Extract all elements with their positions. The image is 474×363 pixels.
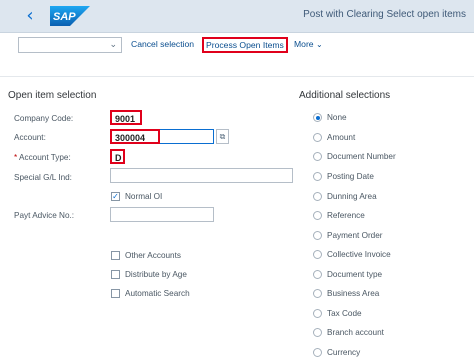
- additional-selections-heading: Additional selections: [299, 90, 391, 101]
- page-title: Post with Clearing Select open items: [303, 9, 466, 20]
- account-type-label-text: Account Type:: [19, 153, 71, 162]
- distribute-by-age-label: Distribute by Age: [125, 270, 187, 279]
- company-code-field[interactable]: 9001: [110, 110, 142, 125]
- special-gl-label: Special G/L Ind:: [14, 173, 72, 182]
- open-item-selection-heading: Open item selection: [8, 90, 97, 101]
- radio-label: Business Area: [327, 289, 380, 298]
- radio-label: None: [327, 113, 347, 122]
- radio-currency[interactable]: [313, 348, 322, 357]
- radio-payment-order[interactable]: [313, 231, 322, 240]
- required-marker: *: [14, 153, 18, 162]
- radio-label: Posting Date: [327, 172, 374, 181]
- payt-advice-label: Payt Advice No.:: [14, 211, 75, 220]
- payt-advice-field[interactable]: [110, 207, 214, 222]
- toolbar: ⌄ Cancel selection Process Open Items Mo…: [0, 33, 474, 59]
- chevron-down-icon: ⌄: [315, 40, 323, 49]
- process-open-items-button[interactable]: Process Open Items: [202, 37, 288, 53]
- company-code-label: Company Code:: [14, 114, 74, 123]
- value-help-button[interactable]: ⧉: [216, 129, 229, 144]
- chevron-left-icon: ‹: [26, 5, 34, 26]
- chevron-down-icon: ⌄: [109, 40, 117, 50]
- radio-label: Currency: [327, 348, 361, 357]
- other-accounts-label: Other Accounts: [125, 251, 181, 260]
- radio-label: Collective Invoice: [327, 250, 391, 259]
- other-accounts-checkbox[interactable]: [111, 251, 120, 260]
- radio-label: Branch account: [327, 328, 384, 337]
- svg-text:SAP: SAP: [53, 11, 76, 23]
- shell-bar: ‹ SAP Post with Clearing Select open ite…: [0, 0, 474, 33]
- radio-label: Reference: [327, 211, 365, 220]
- radio-dunning-area[interactable]: [313, 192, 322, 201]
- distribute-by-age-checkbox[interactable]: [111, 270, 120, 279]
- radio-label: Document type: [327, 270, 383, 279]
- normal-oi-label: Normal OI: [125, 192, 163, 201]
- radio-label: Dunning Area: [327, 192, 377, 201]
- radio-tax-code[interactable]: [313, 309, 322, 318]
- account-label: Account:: [14, 133, 46, 142]
- radio-document-type[interactable]: [313, 270, 322, 279]
- radio-business-area[interactable]: [313, 289, 322, 298]
- back-button[interactable]: ‹: [20, 6, 40, 26]
- radio-branch-account[interactable]: [313, 328, 322, 337]
- radio-label: Payment Order: [327, 231, 383, 240]
- radio-label: Amount: [327, 133, 356, 142]
- radio-none[interactable]: [313, 113, 322, 122]
- radio-reference[interactable]: [313, 211, 322, 220]
- more-label: More: [294, 39, 314, 49]
- account-field[interactable]: 300004: [110, 129, 160, 144]
- account-type-field[interactable]: D: [110, 149, 125, 164]
- automatic-search-checkbox[interactable]: [111, 289, 120, 298]
- radio-collective-invoice[interactable]: [313, 250, 322, 259]
- cancel-selection-button[interactable]: Cancel selection: [131, 39, 194, 49]
- sap-logo-icon: SAP: [50, 6, 90, 26]
- automatic-search-label: Automatic Search: [125, 289, 190, 298]
- more-menu-button[interactable]: More ⌄: [294, 39, 323, 49]
- sap-logo[interactable]: SAP: [50, 6, 90, 26]
- radio-label: Document Number: [327, 152, 396, 161]
- normal-oi-checkbox[interactable]: ✓: [111, 192, 120, 201]
- special-gl-field[interactable]: [110, 168, 293, 183]
- account-type-label: * Account Type:: [14, 153, 71, 162]
- radio-document-number[interactable]: [313, 152, 322, 161]
- radio-amount[interactable]: [313, 133, 322, 142]
- variant-select[interactable]: ⌄: [18, 37, 122, 53]
- divider: [0, 76, 474, 77]
- value-help-icon: ⧉: [219, 132, 226, 141]
- radio-label: Tax Code: [327, 309, 362, 318]
- radio-posting-date[interactable]: [313, 172, 322, 181]
